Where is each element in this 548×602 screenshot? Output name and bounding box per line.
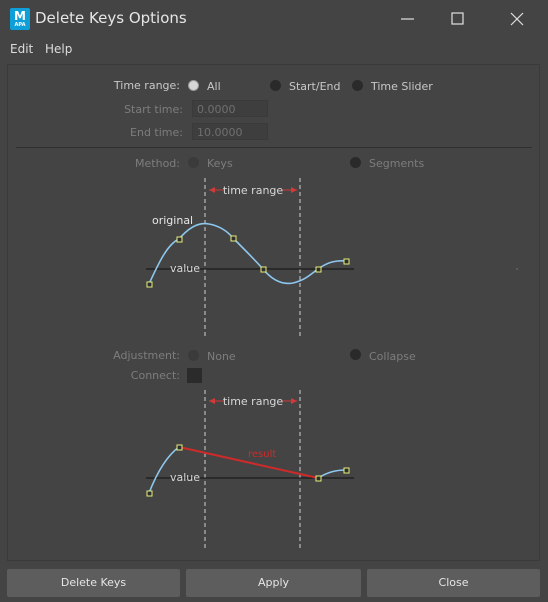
value-caption: value [170,262,200,275]
apply-button[interactable]: Apply [186,569,361,597]
key-marker [146,490,153,497]
key-marker [343,258,350,265]
time-range-caption: time range [223,184,284,197]
diagram-original: time range value original [146,178,354,338]
delete-keys-button[interactable]: Delete Keys [7,569,180,597]
arrow-right-icon [291,187,297,193]
key-marker [343,467,350,474]
time-range-caption: time range [223,395,284,408]
key-marker [176,444,183,451]
result-caption: result [248,449,276,460]
arrow-left-icon [209,398,215,404]
key-marker [176,236,183,243]
close-button[interactable]: Close [367,569,540,597]
key-marker [146,281,153,288]
key-marker [315,475,322,482]
curve-before [148,446,180,494]
original-caption: original [152,214,193,227]
key-marker [260,266,267,273]
arrow-right-icon [291,398,297,404]
illustration-diagrams: time range value original time range val… [146,178,354,548]
arrow-left-icon [209,187,215,193]
key-marker [230,235,237,242]
key-marker [315,266,322,273]
value-caption: value [170,471,200,484]
curve-after [317,469,347,479]
diagram-result: time range value result [146,390,354,548]
